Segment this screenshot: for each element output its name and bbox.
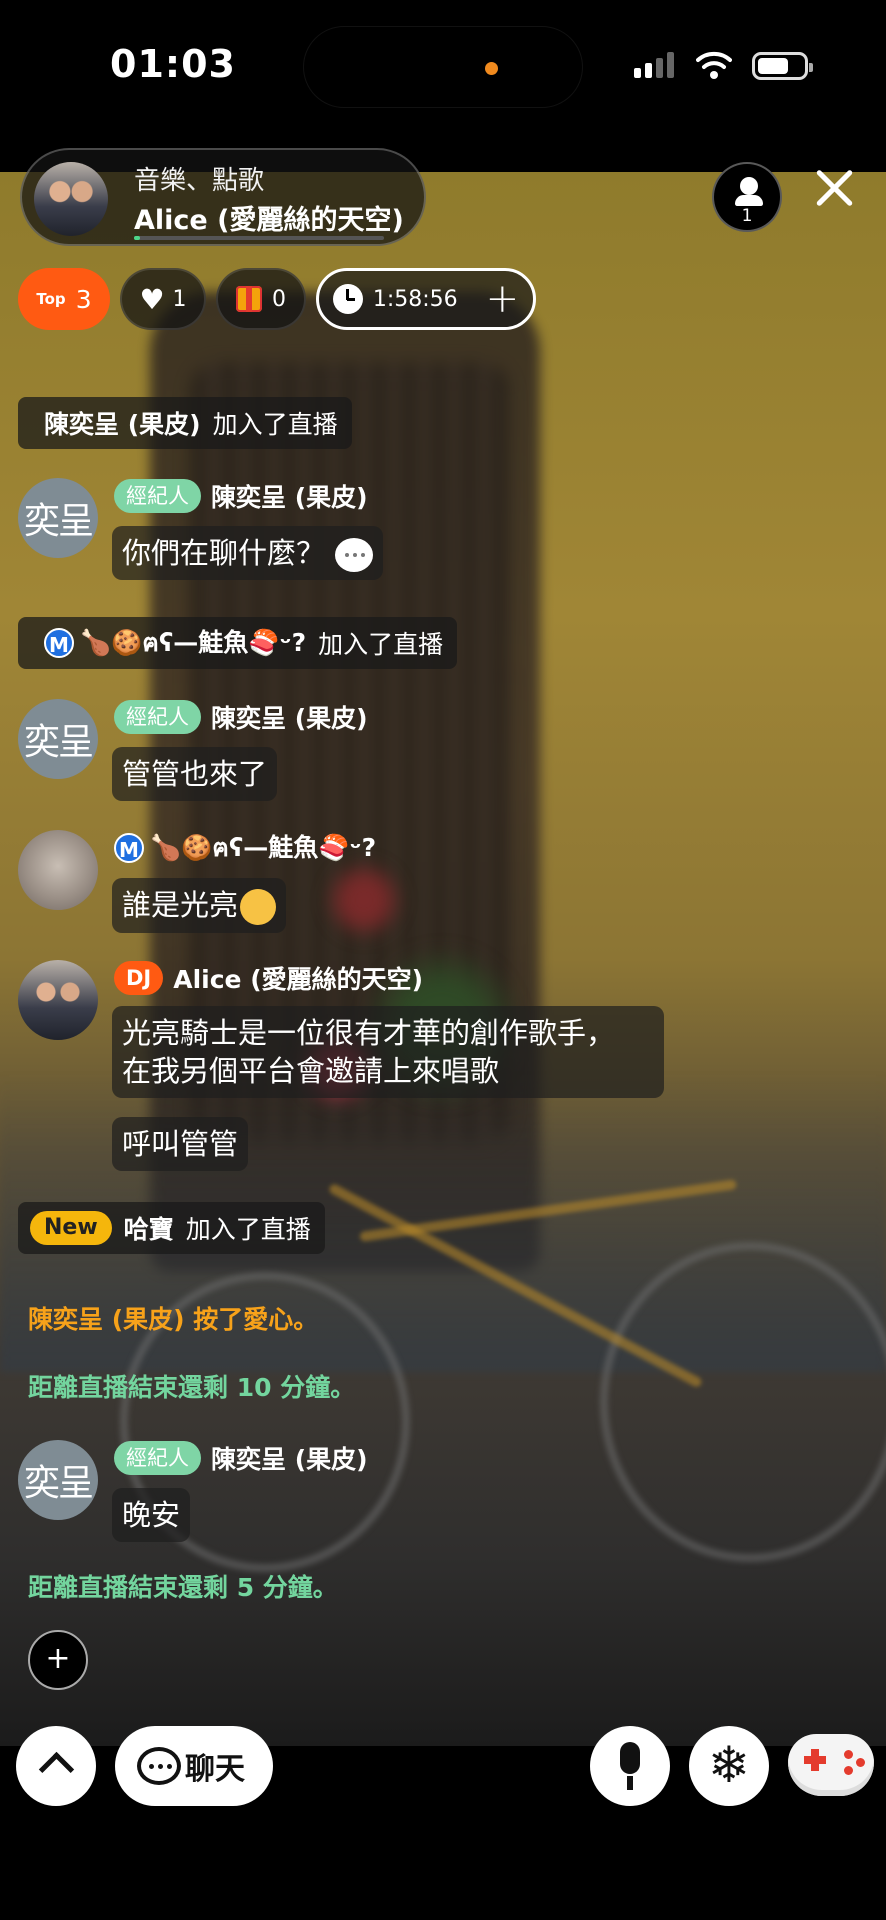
dj-badge: DJ (114, 961, 164, 995)
join-user-name[interactable]: 🍗🍪ฅʕ—鮭魚🍣ᵕ? (80, 623, 306, 663)
timer-value: 1:58:56 (372, 286, 458, 312)
m-badge-icon: M (114, 833, 144, 863)
sender-name[interactable]: 陳奕呈 (果皮) (211, 478, 368, 514)
heart-icon: ♥ (139, 282, 165, 316)
viewer-count-button[interactable]: 1 (712, 162, 782, 232)
host-category: 音樂、點歌 (134, 166, 265, 196)
avatar[interactable]: 奕呈 (18, 478, 98, 558)
snowflake-icon[interactable]: ❄ (689, 1726, 769, 1806)
wifi-icon (696, 51, 732, 79)
clock-icon (332, 284, 363, 314)
join-action: 加入了直播 (185, 1215, 311, 1244)
join-action: 加入了直播 (212, 410, 338, 439)
message-header: M 🍗🍪ฅʕ—鮭魚🍣ᵕ? (114, 830, 376, 866)
sender-name[interactable]: Alice (愛麗絲的天空) (173, 960, 423, 996)
top-rank-button[interactable]: Top 3 (18, 268, 110, 330)
top-label: Top (36, 290, 66, 308)
chat-button[interactable]: 聊天 (115, 1726, 273, 1806)
join-action: 加入了直播 (318, 630, 444, 659)
avatar[interactable] (18, 830, 98, 910)
dynamic-island (303, 26, 583, 108)
join-user-name[interactable]: 陳奕呈 (果皮) (44, 405, 201, 441)
cellular-signal-icon (634, 52, 674, 78)
message-header: 經紀人 陳奕呈 (果皮) (114, 1440, 368, 1476)
message-text: 呼叫管管 (122, 1127, 239, 1161)
chat-message: 管管也來了 (112, 747, 278, 801)
host-avatar[interactable] (34, 162, 108, 236)
time-remaining-notice: 距離直播結束還剩 5 分鐘。 (28, 1573, 338, 1602)
thinking-face-icon (240, 889, 277, 925)
recording-indicator-icon (485, 62, 498, 75)
gift-icon (236, 286, 262, 312)
message-text: 晚安 (122, 1498, 181, 1532)
message-header: 經紀人 陳奕呈 (果皮) (114, 699, 368, 735)
avatar[interactable] (18, 960, 98, 1040)
close-icon[interactable] (812, 166, 856, 210)
add-time-icon[interactable]: + (486, 279, 520, 319)
chat-message: 光亮騎士是一位很有才華的創作歌手， 在我另個平台會邀請上來唱歌 (112, 1006, 664, 1098)
avatar[interactable]: 奕呈 (18, 699, 98, 779)
like-notice: 陳奕呈 (果皮) 按了愛心。 (28, 1305, 319, 1334)
message-text: 你們在聊什麼？ (122, 536, 326, 570)
chat-message: 誰是光亮 (112, 878, 287, 933)
host-info-pill[interactable]: 音樂、點歌 Alice (愛麗絲的天空) (20, 148, 426, 246)
host-progress-bar (134, 236, 384, 240)
likes-button[interactable]: ♥ 1 (120, 268, 206, 330)
message-text: 誰是光亮 (122, 888, 239, 922)
agent-badge: 經紀人 (114, 700, 201, 734)
message-text: 管管也來了 (122, 757, 268, 791)
timer-button[interactable]: 1:58:56 + (316, 268, 536, 330)
agent-badge: 經紀人 (114, 479, 201, 513)
microphone-icon[interactable] (590, 1726, 670, 1806)
host-name: Alice (愛麗絲的天空) (134, 205, 404, 236)
gifts-count: 0 (272, 286, 286, 312)
sender-name[interactable]: 陳奕呈 (果皮) (211, 699, 368, 735)
gamepad-icon[interactable] (788, 1734, 874, 1796)
bottom-toolbar: 聊天 ❄ (0, 1726, 886, 1810)
viewer-count: 1 (741, 206, 753, 226)
agent-badge: 經紀人 (114, 1441, 201, 1475)
bicycle-wheel (600, 1242, 886, 1562)
message-text-line1: 光亮騎士是一位很有才華的創作歌手， (122, 1016, 616, 1050)
add-button[interactable]: + (28, 1630, 88, 1690)
join-notice: New 哈寶 加入了直播 (18, 1202, 325, 1254)
gifts-button[interactable]: 0 (216, 268, 306, 330)
sender-name[interactable]: 🍗🍪ฅʕ—鮭魚🍣ᵕ? (150, 828, 376, 868)
top-value: 3 (75, 284, 92, 314)
battery-icon (752, 52, 813, 80)
message-text-line2: 在我另個平台會邀請上來唱歌 (122, 1054, 500, 1088)
likes-count: 1 (172, 286, 187, 312)
chevron-up-icon[interactable] (16, 1726, 96, 1806)
time-remaining-notice: 距離直播結束還剩 10 分鐘。 (28, 1373, 356, 1402)
join-notice: 陳奕呈 (果皮) 加入了直播 (18, 397, 352, 449)
avatar[interactable]: 奕呈 (18, 1440, 98, 1520)
message-header: DJ Alice (愛麗絲的天空) (114, 960, 423, 996)
message-header: 經紀人 陳奕呈 (果皮) (114, 478, 368, 514)
status-time: 01:03 (110, 42, 236, 86)
m-badge-icon: M (44, 628, 74, 658)
status-bar: 01:03 (0, 0, 886, 130)
sender-name[interactable]: 陳奕呈 (果皮) (211, 1440, 368, 1476)
person-icon (740, 177, 758, 195)
new-badge: New (30, 1211, 112, 1245)
speech-bubble-icon (335, 538, 374, 572)
join-notice: M 🍗🍪ฅʕ—鮭魚🍣ᵕ? 加入了直播 (18, 617, 458, 669)
join-user-name[interactable]: 哈寶 (124, 1210, 174, 1246)
chat-message: 呼叫管管 (112, 1117, 249, 1171)
chat-message: 晚安 (112, 1488, 191, 1542)
chat-label: 聊天 (185, 1752, 245, 1787)
chat-bubble-icon (137, 1747, 181, 1785)
chat-message: 你們在聊什麼？ (112, 526, 384, 580)
